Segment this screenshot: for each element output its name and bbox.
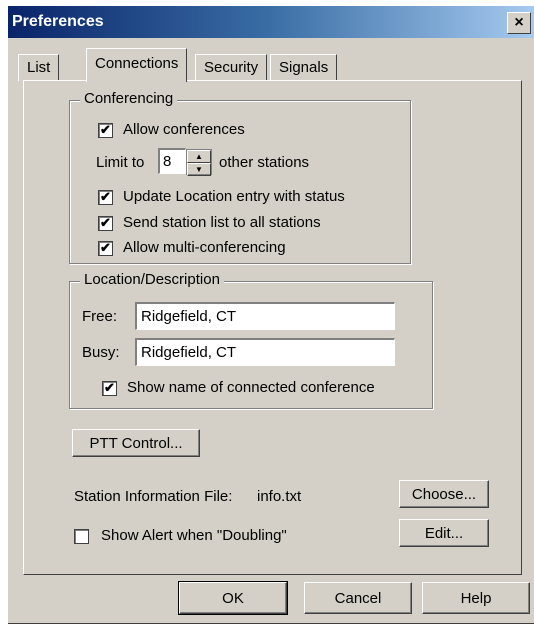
- window-title: Preferences: [12, 13, 104, 30]
- update-location-label: Update Location entry with status: [123, 188, 345, 205]
- show-name-checkbox[interactable]: ✔: [102, 381, 117, 396]
- limit-input[interactable]: 8: [158, 148, 186, 174]
- conferencing-legend: Conferencing: [80, 90, 178, 107]
- show-alert-checkbox[interactable]: [74, 529, 89, 544]
- tab-list[interactable]: List: [18, 54, 60, 81]
- update-location-checkbox[interactable]: ✔: [98, 190, 113, 205]
- show-name-label: Show name of connected conference: [127, 379, 375, 396]
- free-label: Free:: [82, 308, 118, 325]
- title-bar: Preferences ×: [8, 6, 534, 38]
- help-button[interactable]: Help: [422, 582, 530, 614]
- close-icon[interactable]: ×: [507, 12, 531, 34]
- choose-button[interactable]: Choose...: [399, 480, 489, 508]
- send-station-list-checkbox[interactable]: ✔: [98, 216, 113, 231]
- ok-button[interactable]: OK: [178, 581, 288, 615]
- location-group: Location/Description Free: Ridgefield, C…: [69, 271, 433, 409]
- busy-input[interactable]: Ridgefield, CT: [135, 338, 395, 366]
- allow-multi-checkbox[interactable]: ✔: [98, 241, 113, 256]
- free-input[interactable]: Ridgefield, CT: [135, 302, 395, 330]
- location-legend: Location/Description: [80, 271, 224, 288]
- preferences-dialog: Preferences × List Connections Security …: [8, 6, 534, 624]
- allow-conferences-label: Allow conferences: [123, 121, 245, 138]
- limit-prefix: Limit to: [96, 154, 145, 171]
- station-info-label: Station Information File:: [74, 488, 233, 505]
- tab-signals[interactable]: Signals: [270, 54, 338, 81]
- send-station-list-label: Send station list to all stations: [123, 214, 321, 231]
- spin-down-icon[interactable]: ▼: [187, 163, 211, 176]
- ptt-control-button[interactable]: PTT Control...: [72, 429, 200, 457]
- limit-spinner[interactable]: ▲ ▼: [186, 149, 212, 176]
- allow-multi-label: Allow multi-conferencing: [123, 239, 286, 256]
- cancel-button[interactable]: Cancel: [304, 582, 412, 614]
- limit-suffix: other stations: [219, 154, 310, 171]
- spin-up-icon[interactable]: ▲: [187, 150, 211, 163]
- connections-panel: Conferencing ✔ Allow conferences Limit t…: [23, 80, 522, 575]
- conferencing-group: Conferencing ✔ Allow conferences Limit t…: [69, 90, 411, 264]
- tab-connections[interactable]: Connections: [86, 48, 188, 82]
- show-alert-label: Show Alert when "Doubling": [101, 527, 287, 544]
- station-info-file: info.txt: [257, 488, 302, 505]
- edit-button[interactable]: Edit...: [399, 519, 489, 547]
- busy-label: Busy:: [82, 344, 120, 361]
- tab-security[interactable]: Security: [195, 54, 268, 81]
- allow-conferences-checkbox[interactable]: ✔: [98, 123, 113, 138]
